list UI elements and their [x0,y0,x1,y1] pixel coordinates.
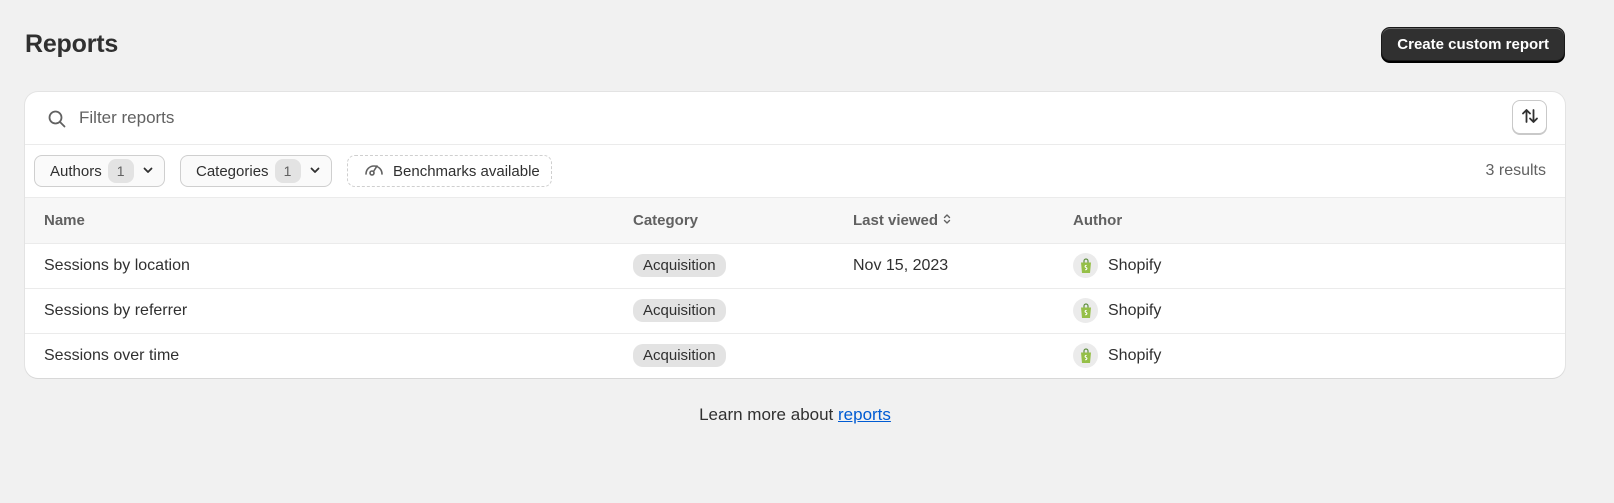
search-bar [25,92,1565,145]
report-name[interactable]: Sessions over time [25,333,633,378]
categories-filter-label: Categories [196,162,269,180]
learn-more-text: Learn more about [699,405,838,424]
shopify-bag-icon [1073,253,1098,278]
column-header-name: Name [25,198,633,244]
author-name: Shopify [1108,346,1162,364]
category-badge: Acquisition [633,299,726,322]
author-cell: Shopify [1073,253,1565,278]
sort-button[interactable] [1512,100,1547,134]
last-viewed-date [853,333,1073,378]
reports-link[interactable]: reports [838,405,891,424]
create-custom-report-button[interactable]: Create custom report [1381,27,1565,61]
chevron-down-icon [142,163,154,180]
category-badge: Acquisition [633,344,726,368]
shopify-bag-icon [1073,343,1098,369]
reports-table: Name Category Last viewed Author Session… [25,198,1565,378]
shopify-bag-icon [1073,298,1098,323]
categories-filter-count: 1 [274,159,301,183]
filter-bar: Authors 1 Categories 1 Benchmarks availa… [25,145,1565,198]
table-row[interactable]: Sessions over time Acquisition Shopify [25,333,1565,378]
author-name: Shopify [1108,301,1162,319]
filter-reports-input[interactable] [79,102,1489,134]
author-cell: Shopify [1073,343,1565,369]
author-cell: Shopify [1073,298,1565,323]
report-name[interactable]: Sessions by referrer [25,288,633,333]
sort-toggle-icon [938,212,952,229]
column-header-author: Author [1073,198,1565,244]
authors-filter-count: 1 [107,159,134,183]
chevron-down-icon [309,163,321,180]
search-icon [47,109,67,129]
author-name: Shopify [1108,256,1162,274]
table-row[interactable]: Sessions by referrer Acquisition Shopify [25,288,1565,333]
last-viewed-date [853,288,1073,333]
last-viewed-header-label: Last viewed [853,211,939,229]
authors-filter-label: Authors [50,162,102,180]
page-header: Reports Create custom report [25,26,1565,62]
authors-filter[interactable]: Authors 1 [34,155,165,187]
results-count: 3 results [1485,162,1546,179]
column-header-category: Category [633,198,853,244]
reports-page: Reports Create custom report Filter repo… [0,0,1614,503]
page-title: Reports [25,29,119,58]
last-viewed-date: Nov 15, 2023 [853,256,949,274]
table-header-row: Name Category Last viewed Author [25,198,1565,244]
report-name[interactable]: Sessions by location [25,243,633,288]
learn-more-footer: Learn more about reports [0,405,1590,425]
categories-filter[interactable]: Categories 1 [180,155,332,187]
column-header-last-viewed[interactable]: Last viewed [853,198,1073,244]
reports-card: Authors 1 Categories 1 [25,92,1565,378]
category-badge: Acquisition [633,254,726,277]
sort-arrows-icon [1520,106,1540,129]
table-row[interactable]: Sessions by location Acquisition Nov 15,… [25,243,1565,288]
benchmarks-filter[interactable]: Benchmarks available [347,155,552,187]
benchmarks-filter-label: Benchmarks available [393,162,540,180]
gauge-icon [363,161,393,181]
